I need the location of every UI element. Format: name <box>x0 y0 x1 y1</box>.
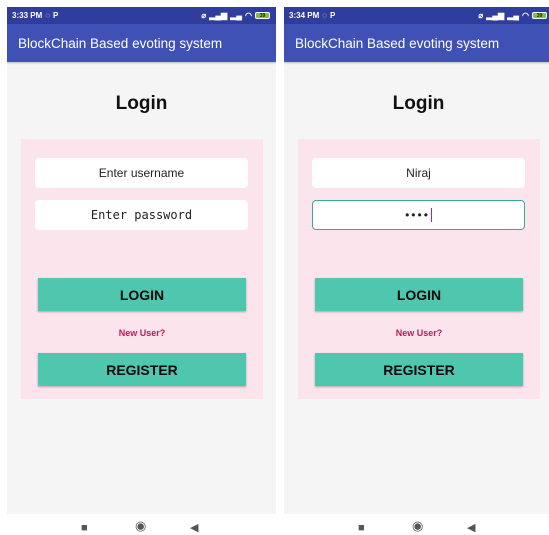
app-title: BlockChain Based evoting system <box>18 35 223 51</box>
app-bar: BlockChain Based evoting system <box>284 24 549 62</box>
register-button[interactable]: REGISTER <box>315 353 523 386</box>
back-icon[interactable]: ◀ <box>190 522 198 534</box>
nav-bar: ■ ◉ ◀ <box>284 514 549 535</box>
new-user-link[interactable]: New User? <box>298 328 540 338</box>
recents-icon[interactable]: ■ <box>81 522 88 534</box>
login-button[interactable]: LOGIN <box>315 278 523 311</box>
page-title: Login <box>392 93 445 114</box>
login-card: Enter username Enter password LOGIN New … <box>21 139 263 399</box>
login-card: Niraj •••• LOGIN New User? REGISTER <box>298 139 540 399</box>
p-app-icon: P <box>53 11 59 20</box>
username-field[interactable]: Niraj <box>312 158 525 188</box>
login-button[interactable]: LOGIN <box>38 278 246 311</box>
password-masked-value: •••• <box>405 208 430 222</box>
home-icon[interactable]: ◉ <box>412 519 423 532</box>
wifi-icon: ◠ <box>522 11 529 20</box>
home-icon[interactable]: ◉ <box>135 519 146 532</box>
status-time: 3:34 PM <box>289 11 320 20</box>
screenshot-stage: 3:33 PM ◌ P ⌀ ▂▄▆ ▂▄ ◠ 39 BlockChain Bas… <box>0 0 549 535</box>
username-value: Niraj <box>406 166 431 180</box>
phone-screen-left: 3:33 PM ◌ P ⌀ ▂▄▆ ▂▄ ◠ 39 BlockChain Bas… <box>7 7 276 535</box>
register-button[interactable]: REGISTER <box>38 353 246 386</box>
app-title: BlockChain Based evoting system <box>295 35 500 51</box>
new-user-link[interactable]: New User? <box>21 328 263 338</box>
p-app-icon: P <box>330 11 336 20</box>
status-left: 3:33 PM ◌ P <box>12 11 58 20</box>
app-bar: BlockChain Based evoting system <box>7 24 276 62</box>
status-right: ⌀ ▂▄▆ ▂▄ ◠ 39 <box>478 11 547 20</box>
signal-2-icon: ▂▄ <box>230 11 243 20</box>
battery-icon: 39 <box>532 12 547 19</box>
alarm-off-icon: ⌀ <box>201 11 207 20</box>
whatsapp-icon: ◌ <box>322 11 327 20</box>
status-bar: 3:33 PM ◌ P ⌀ ▂▄▆ ▂▄ ◠ 39 <box>7 7 276 24</box>
status-time: 3:33 PM <box>12 11 43 20</box>
password-placeholder: Enter password <box>90 208 193 222</box>
signal-icon: ▂▄▆ <box>209 11 228 20</box>
signal-2-icon: ▂▄ <box>507 11 520 20</box>
page-title: Login <box>115 93 168 114</box>
alarm-off-icon: ⌀ <box>478 11 484 20</box>
battery-icon: 39 <box>255 12 270 19</box>
back-icon[interactable]: ◀ <box>467 522 475 534</box>
wifi-icon: ◠ <box>245 11 252 20</box>
username-field[interactable]: Enter username <box>35 158 248 188</box>
password-field[interactable]: Enter password <box>35 200 248 230</box>
password-field[interactable]: •••• <box>312 200 525 230</box>
text-caret <box>430 208 432 222</box>
phone-screen-right: 3:34 PM ◌ P ⌀ ▂▄▆ ▂▄ ◠ 39 BlockChain Bas… <box>284 7 549 535</box>
recents-icon[interactable]: ■ <box>358 522 365 534</box>
whatsapp-icon: ◌ <box>45 11 50 20</box>
nav-bar: ■ ◉ ◀ <box>7 514 276 535</box>
status-right: ⌀ ▂▄▆ ▂▄ ◠ 39 <box>201 11 270 20</box>
status-bar: 3:34 PM ◌ P ⌀ ▂▄▆ ▂▄ ◠ 39 <box>284 7 549 24</box>
signal-icon: ▂▄▆ <box>486 11 505 20</box>
username-placeholder: Enter username <box>98 166 185 180</box>
status-left: 3:34 PM ◌ P <box>289 11 335 20</box>
